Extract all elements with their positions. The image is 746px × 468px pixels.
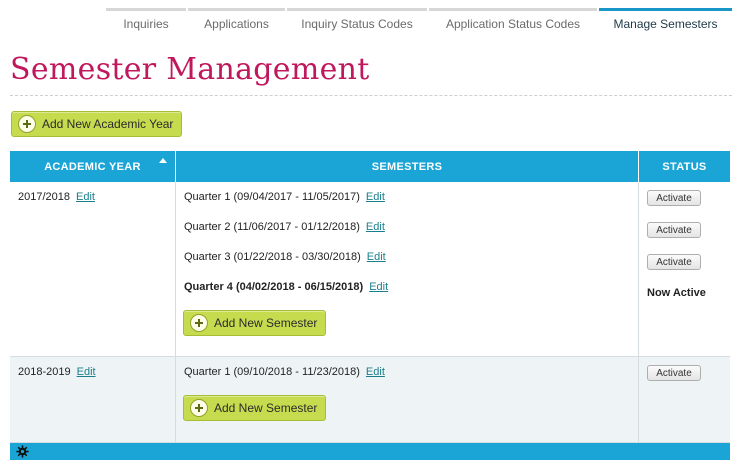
semester-name: Quarter 2 (11/06/2017 - 01/12/2018)	[184, 221, 360, 233]
page-title: Semester Management	[10, 52, 370, 87]
plus-icon	[190, 399, 208, 417]
semester-item: Quarter 3 (01/22/2018 - 03/30/2018) Edit	[184, 251, 386, 263]
add-semester-button[interactable]: Add New Semester	[183, 310, 327, 336]
edit-semester-link[interactable]: Edit	[366, 366, 385, 378]
activate-button[interactable]: Activate	[647, 254, 701, 270]
edit-academic-year-link[interactable]: Edit	[76, 191, 95, 203]
status-cell: Activate Activate Activate Now Active	[639, 182, 730, 356]
semester-item: Quarter 2 (11/06/2017 - 01/12/2018) Edit	[184, 221, 385, 233]
table-row: 2017/2018 Edit Quarter 1 (09/04/2017 - 11…	[10, 182, 730, 357]
status-cell: Activate	[639, 357, 730, 442]
add-academic-year-button[interactable]: Add New Academic Year	[11, 111, 183, 137]
add-semester-button[interactable]: Add New Semester	[183, 395, 327, 421]
sort-asc-icon[interactable]	[159, 158, 167, 163]
column-header-academic-year[interactable]: ACADEMIC YEAR	[10, 151, 176, 182]
activate-button[interactable]: Activate	[647, 190, 701, 206]
semester-item: Quarter 1 (09/04/2017 - 11/05/2017) Edit	[184, 191, 385, 203]
add-semester-label: Add New Semester	[214, 316, 318, 330]
semester-name: Quarter 3 (01/22/2018 - 03/30/2018)	[184, 251, 361, 263]
now-active-status: Now Active	[647, 287, 706, 299]
academic-year-label: 2017/2018	[18, 191, 70, 203]
table-header: ACADEMIC YEAR SEMESTERS STATUS	[10, 151, 730, 182]
column-header-academic-year-label: ACADEMIC YEAR	[44, 160, 141, 173]
table-row: 2018-2019 Edit Quarter 1 (09/10/2018 - 11…	[10, 357, 730, 443]
academic-year-label: 2018-2019	[18, 366, 71, 378]
plus-icon	[18, 115, 36, 133]
column-header-semesters: SEMESTERS	[176, 151, 639, 182]
tab-inquiries[interactable]: Inquiries	[106, 8, 186, 36]
column-header-status-label: STATUS	[662, 160, 707, 173]
edit-semester-link[interactable]: Edit	[369, 281, 388, 293]
tab-manage-semesters[interactable]: Manage Semesters	[599, 8, 732, 36]
edit-semester-link[interactable]: Edit	[366, 221, 385, 233]
table-footer	[10, 443, 730, 460]
activate-button[interactable]: Activate	[647, 365, 701, 381]
tab-application-status-codes[interactable]: Application Status Codes	[429, 8, 597, 36]
activate-button[interactable]: Activate	[647, 222, 701, 238]
semester-name: Quarter 1 (09/10/2018 - 11/23/2018)	[184, 366, 360, 378]
column-header-semesters-label: SEMESTERS	[371, 160, 443, 173]
add-academic-year-label: Add New Academic Year	[42, 117, 174, 131]
semester-item: Quarter 1 (09/10/2018 - 11/23/2018) Edit	[184, 366, 385, 378]
academic-year-cell: 2018-2019 Edit	[10, 357, 176, 442]
column-header-status: STATUS	[639, 151, 730, 182]
semester-table: ACADEMIC YEAR SEMESTERS STATUS 2017/2018…	[10, 151, 730, 460]
semesters-cell: Quarter 1 (09/10/2018 - 11/23/2018) Edit …	[176, 357, 639, 442]
tab-applications[interactable]: Applications	[188, 8, 285, 36]
semester-name: Quarter 1 (09/04/2017 - 11/05/2017)	[184, 191, 360, 203]
gear-icon[interactable]	[16, 445, 29, 458]
add-semester-label: Add New Semester	[214, 401, 318, 415]
tab-bar: Inquiries Applications Inquiry Status Co…	[106, 8, 734, 36]
tab-inquiry-status-codes[interactable]: Inquiry Status Codes	[287, 8, 427, 36]
title-divider	[10, 95, 732, 96]
semesters-cell: Quarter 1 (09/04/2017 - 11/05/2017) Edit …	[176, 182, 639, 356]
edit-semester-link[interactable]: Edit	[366, 191, 385, 203]
edit-academic-year-link[interactable]: Edit	[77, 366, 96, 378]
academic-year-cell: 2017/2018 Edit	[10, 182, 176, 356]
plus-icon	[190, 314, 208, 332]
semester-item: Quarter 4 (04/02/2018 - 06/15/2018) Edit	[184, 281, 388, 293]
edit-semester-link[interactable]: Edit	[367, 251, 386, 263]
semester-name-active: Quarter 4 (04/02/2018 - 06/15/2018)	[184, 281, 364, 293]
